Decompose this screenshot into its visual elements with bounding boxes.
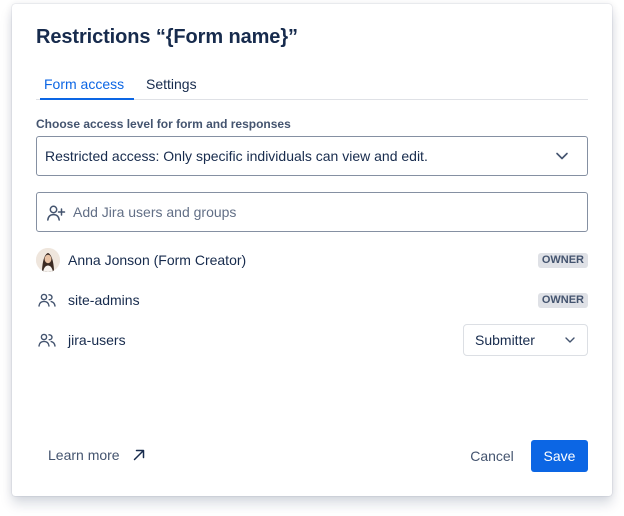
avatar xyxy=(36,248,60,272)
people-group-icon xyxy=(38,333,56,347)
role-value: Submitter xyxy=(475,332,535,348)
save-button[interactable]: Save xyxy=(531,440,588,472)
tab-form-access[interactable]: Form access xyxy=(44,76,124,92)
owner-badge: OWNER xyxy=(537,293,588,308)
dialog-title: Restrictions “{Form name}” xyxy=(36,26,298,48)
tab-settings[interactable]: Settings xyxy=(146,76,197,92)
member-name: Anna Jonson (Form Creator) xyxy=(68,252,247,268)
member-name: jira-users xyxy=(68,332,126,348)
member-row: site-admins OWNER xyxy=(36,284,588,316)
access-level-label: Choose access level for form and respons… xyxy=(36,117,291,131)
cancel-button[interactable]: Cancel xyxy=(457,440,527,472)
active-tab-indicator xyxy=(40,98,134,100)
restrictions-dialog: Restrictions “{Form name}” Form access S… xyxy=(12,4,612,496)
access-level-select[interactable]: Restricted access: Only specific individ… xyxy=(36,136,588,176)
learn-more-label: Learn more xyxy=(48,447,120,463)
owner-badge: OWNER xyxy=(537,253,588,268)
external-link-arrow-icon xyxy=(133,449,145,461)
member-row: jira-users Submitter xyxy=(36,324,588,356)
member-name: site-admins xyxy=(68,292,140,308)
member-row: Anna Jonson (Form Creator) OWNER xyxy=(36,244,588,276)
role-select[interactable]: Submitter xyxy=(463,324,588,356)
chevron-down-icon xyxy=(556,152,568,160)
user-search-input[interactable] xyxy=(73,199,573,225)
access-level-value: Restricted access: Only specific individ… xyxy=(45,148,428,164)
chevron-down-icon xyxy=(565,337,575,343)
tab-list: Form access Settings xyxy=(36,74,588,100)
learn-more-link[interactable]: Learn more xyxy=(48,447,145,463)
add-user-icon xyxy=(47,205,66,221)
people-group-icon xyxy=(38,293,56,307)
user-group-picker[interactable] xyxy=(36,192,588,232)
